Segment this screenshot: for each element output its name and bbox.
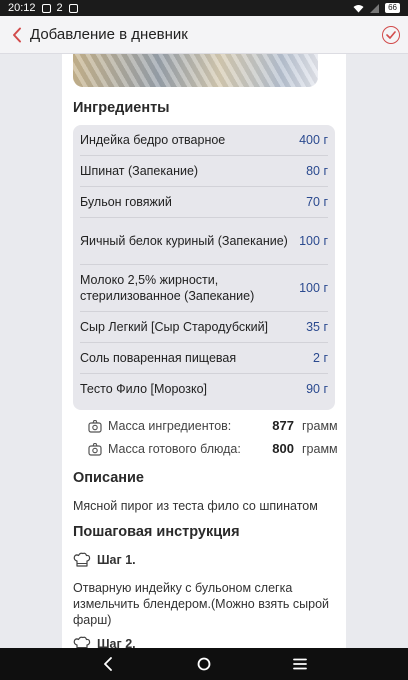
step-2-label: Шаг 2.: [97, 637, 136, 648]
ingredients-mass-label: Масса ингредиентов:: [108, 418, 232, 433]
ingredient-row: Молоко 2,5% жирности, стерилизованное (З…: [80, 265, 328, 312]
ingredient-qty: 90 г: [306, 382, 328, 396]
scale-icon: [88, 419, 102, 433]
ingredients-mass: Масса ингредиентов: 877 грамм: [88, 418, 338, 433]
ingredient-row: Тесто Фило [Морозко] 90 г: [80, 374, 328, 404]
page-title: Добавление в дневник: [30, 26, 188, 43]
nav-menu-button[interactable]: [286, 650, 314, 678]
chevron-left-icon: [13, 27, 21, 42]
ingredient-qty: 400 г: [299, 133, 328, 147]
battery-icon: 66: [385, 3, 400, 13]
ingredients-list: Индейка бедро отварное 400 г Шпинат (Зап…: [73, 125, 335, 410]
ingredient-row: Сыр Легкий [Сыр Стародубский] 35 г: [80, 312, 328, 343]
steps-heading: Пошаговая инструкция: [73, 524, 240, 540]
instagram-icon: [41, 3, 51, 13]
recipe-photo: [73, 54, 318, 87]
step-1-text: Отварную индейку с бульоном слегка измел…: [73, 581, 330, 627]
step-1-label: Шаг 1.: [97, 553, 136, 567]
nav-back-button[interactable]: [94, 650, 122, 678]
recipe-content: Ингредиенты Индейка бедро отварное 400 г…: [62, 54, 346, 648]
ingredient-qty: 100 г: [299, 234, 328, 248]
ingredient-qty: 70 г: [306, 195, 328, 209]
nav-menu-icon: [293, 658, 307, 670]
ingredient-name: Тесто Фило [Морозко]: [80, 382, 207, 396]
ingredient-row: Индейка бедро отварное 400 г: [80, 125, 328, 156]
nav-back-icon: [104, 657, 112, 671]
ingredient-name: Соль поваренная пищевая: [80, 351, 237, 365]
dish-mass-label: Масса готового блюда:: [108, 441, 241, 456]
system-nav-bar: [0, 648, 408, 680]
chef-hat-icon: [73, 636, 91, 648]
ingredients-mass-unit: грамм: [302, 418, 338, 433]
step-2-heading: Шаг 2.: [73, 636, 136, 648]
check-icon: [386, 30, 396, 39]
scale-icon: [88, 442, 102, 456]
notification-count: 2: [56, 2, 63, 14]
ingredient-name: Сыр Легкий [Сыр Стародубский]: [80, 320, 269, 334]
chef-hat-icon: [73, 552, 91, 567]
ingredient-row: Соль поваренная пищевая 2 г: [80, 343, 328, 374]
nav-home-icon: [197, 657, 211, 671]
back-button[interactable]: [8, 24, 26, 46]
confirm-button[interactable]: [382, 25, 400, 44]
ingredients-mass-value: 877: [272, 418, 294, 433]
dish-mass-value: 800: [272, 441, 294, 456]
description-heading: Описание: [73, 470, 144, 486]
nav-home-button[interactable]: [190, 650, 218, 678]
status-time: 20:12: [8, 2, 36, 14]
notification-icon: [68, 3, 78, 13]
ingredient-row: Бульон говяжий 70 г: [80, 187, 328, 218]
ingredient-qty: 2 г: [313, 351, 328, 365]
ingredient-qty: 100 г: [299, 281, 328, 295]
step-1-heading: Шаг 1.: [73, 552, 136, 568]
ingredient-name: Яичный белок куриный (Запекание): [80, 234, 288, 248]
status-bar: 20:12 2 66: [0, 0, 408, 16]
ingredient-row: Шпинат (Запекание) 80 г: [80, 156, 328, 187]
app-bar: Добавление в дневник: [0, 16, 408, 54]
ingredient-name: Шпинат (Запекание): [80, 164, 199, 178]
ingredients-heading: Ингредиенты: [73, 100, 170, 116]
signal-icon: [370, 3, 380, 13]
ingredient-name: Бульон говяжий: [80, 195, 172, 209]
dish-mass: Масса готового блюда: 800 грамм: [88, 441, 338, 456]
wifi-icon: [353, 4, 364, 12]
ingredient-qty: 80 г: [306, 164, 328, 178]
ingredient-qty: 35 г: [306, 320, 328, 334]
description-text: Мясной пирог из теста фило со шпинатом: [73, 499, 318, 513]
ingredient-row: Яичный белок куриный (Запекание) 100 г: [80, 218, 328, 265]
dish-mass-unit: грамм: [302, 441, 338, 456]
ingredient-name: Молоко 2,5% жирности, стерилизованное (З…: [80, 273, 255, 303]
ingredient-name: Индейка бедро отварное: [80, 133, 226, 147]
